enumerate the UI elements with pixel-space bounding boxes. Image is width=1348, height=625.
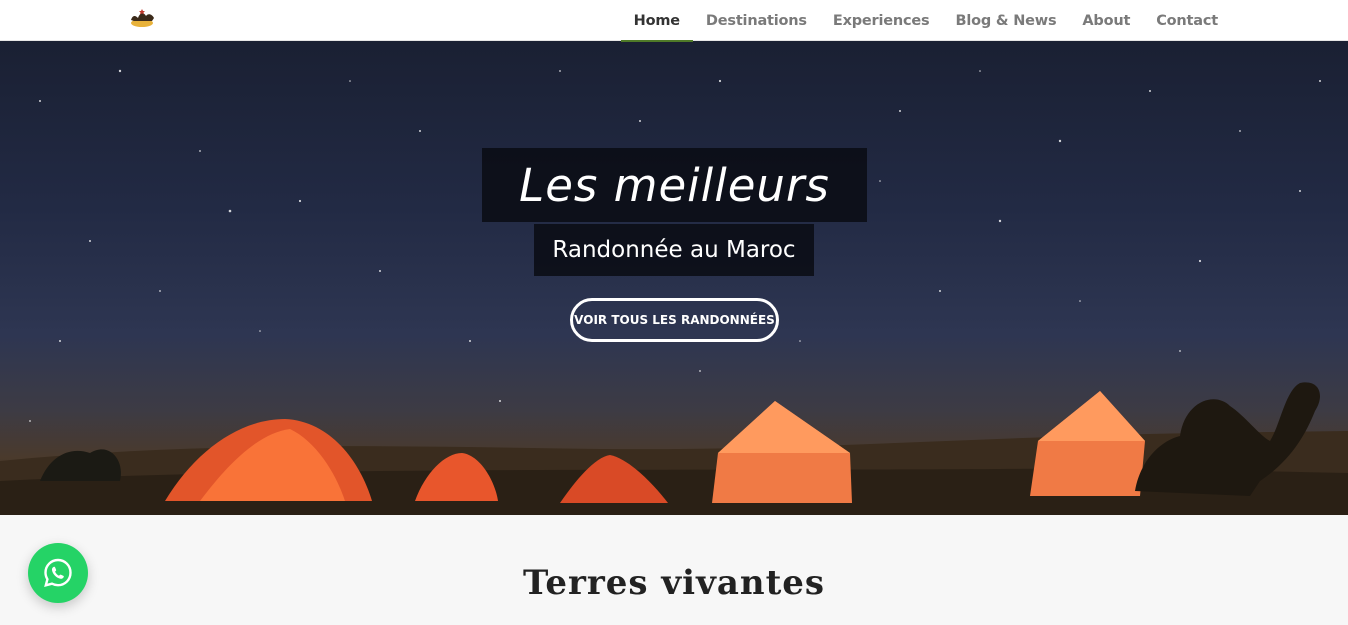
nav-home[interactable]: Home (620, 0, 694, 42)
camel-logo-icon[interactable] (128, 6, 156, 30)
nav-experiences[interactable]: Experiences (820, 0, 943, 41)
hero-background-image (0, 69, 1348, 515)
whatsapp-icon (44, 558, 72, 587)
whatsapp-button[interactable] (28, 543, 88, 603)
nav-destinations[interactable]: Destinations (693, 0, 820, 41)
intro-section: Terres vivantes (0, 515, 1348, 625)
site-header: Home Destinations Experiences Blog & New… (0, 0, 1348, 42)
tent-5 (1030, 391, 1145, 496)
view-all-hikes-label: VOIR TOUS LES RANDONNÉES (574, 313, 775, 327)
section-title: Terres vivantes (522, 563, 826, 603)
nav-contact[interactable]: Contact (1143, 0, 1231, 41)
nav-about[interactable]: About (1069, 0, 1143, 41)
main-nav: Home Destinations Experiences Blog & New… (620, 0, 1231, 42)
view-all-hikes-button[interactable]: VOIR TOUS LES RANDONNÉES (570, 298, 779, 342)
nav-blog-news[interactable]: Blog & News (942, 0, 1069, 41)
hero-banner: Les meilleurs Randonnée au Maroc VOIR TO… (0, 41, 1348, 515)
hero-title: Les meilleurs (519, 158, 830, 212)
tent-4 (712, 401, 852, 503)
hero-title-box: Les meilleurs (482, 148, 867, 222)
hero-subtitle: Randonnée au Maroc (552, 237, 796, 263)
hero-subtitle-box: Randonnée au Maroc (534, 224, 814, 276)
